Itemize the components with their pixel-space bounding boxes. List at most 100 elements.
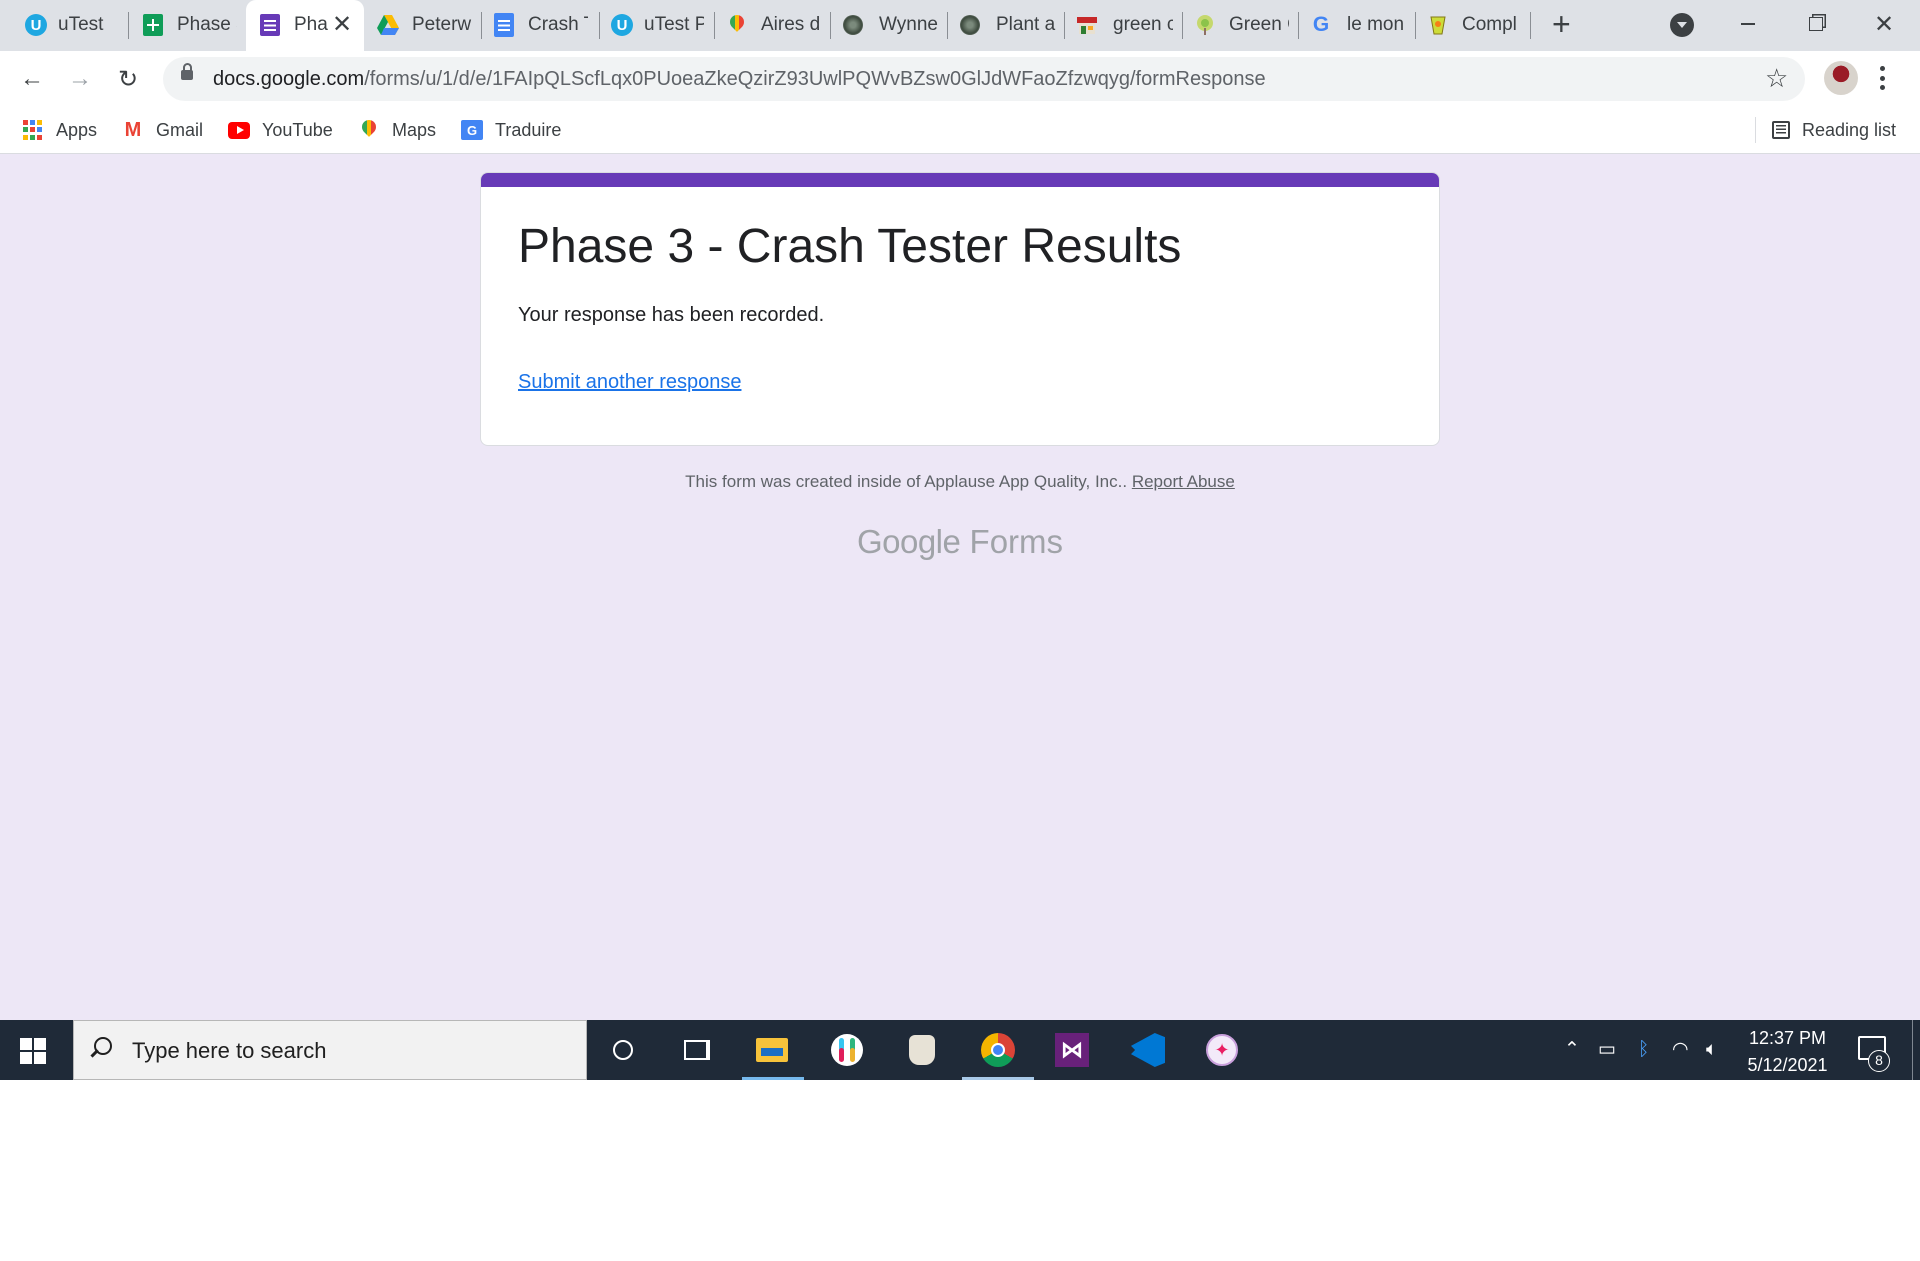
bookmark-label: Maps [392, 119, 437, 140]
utest-icon: U [610, 13, 634, 37]
bookmarks-bar: Apps M Gmail YouTube Maps G Traduire Rea… [0, 107, 1920, 154]
form-title: Phase 3 - Crash Tester Results [518, 220, 1182, 273]
search-icon [94, 1037, 112, 1055]
windows-start-icon[interactable] [20, 1038, 46, 1064]
wifi-icon[interactable]: ◠ [1672, 1038, 1689, 1062]
reading-list-icon [1772, 121, 1790, 139]
address-bar[interactable]: docs.google.com/forms/u/1/d/e/1FAIpQLScf… [163, 57, 1805, 101]
tab-peterw[interactable]: Peterw [364, 0, 481, 51]
logo-forms-text: Forms [969, 523, 1064, 560]
bookmark-youtube[interactable]: YouTube [228, 116, 333, 144]
close-window-button[interactable]: ✕ [1864, 4, 1904, 44]
reading-list-button[interactable]: Reading list [1772, 116, 1896, 144]
forward-arrow-icon: → [68, 65, 92, 92]
translate-icon: G [461, 119, 483, 141]
bookmark-label: Gmail [156, 119, 204, 140]
bookmark-star-icon[interactable]: ☆ [1765, 63, 1788, 93]
feather-app-icon[interactable]: ✦ [1202, 1030, 1242, 1070]
report-abuse-link[interactable]: Report Abuse [1132, 472, 1235, 491]
profile-avatar[interactable] [1824, 61, 1858, 95]
vscode-icon[interactable] [1128, 1030, 1168, 1070]
store-icon [1075, 13, 1099, 37]
chrome-icon[interactable] [978, 1030, 1018, 1070]
tab-label: Aires d [761, 14, 821, 35]
lock-icon[interactable] [181, 63, 193, 80]
tab-compl[interactable]: Compl [1416, 0, 1530, 51]
bookmark-gmail[interactable]: M Gmail [122, 116, 203, 144]
tab-search-button[interactable] [1670, 13, 1694, 37]
tab-label: green c [1113, 14, 1173, 35]
tab-label: Pha [294, 14, 328, 35]
new-tab-button[interactable]: + [1552, 8, 1571, 40]
logo-google-text: Google [856, 523, 961, 560]
show-hidden-icons-chevron-icon[interactable]: ⌃ [1564, 1038, 1580, 1062]
tab-phase3-sheet[interactable]: Phase 3 [129, 0, 245, 51]
cortana-icon[interactable] [603, 1030, 643, 1070]
tab-label: Plant a [996, 14, 1056, 35]
notification-count-badge: 8 [1868, 1050, 1890, 1072]
taskbar-search-box[interactable]: Type here to search [73, 1020, 587, 1080]
task-view-icon[interactable] [676, 1030, 716, 1070]
back-arrow-icon: ← [20, 65, 44, 92]
volume-icon[interactable]: 🔈︎ [1706, 1038, 1717, 1062]
tab-wynne[interactable]: Wynne [831, 0, 947, 51]
tab-le-mon[interactable]: G le mon [1299, 0, 1415, 51]
gmail-icon: M [124, 118, 142, 141]
tab-phase3-form[interactable]: Pha ✕ [246, 0, 364, 51]
tree-icon [1193, 13, 1217, 37]
back-button[interactable]: ← [16, 63, 48, 95]
clock-time[interactable]: 12:37 PM [1730, 1026, 1845, 1050]
tab-green-c[interactable]: green c [1065, 0, 1182, 51]
blank-area [0, 1080, 1920, 1261]
forward-button[interactable]: → [64, 63, 96, 95]
close-tab-icon[interactable]: ✕ [332, 11, 352, 39]
forms-icon [258, 13, 282, 37]
tab-label: Crash T [528, 14, 588, 35]
tab-plant-a[interactable]: Plant a [948, 0, 1064, 51]
clock-date[interactable]: 5/12/2021 [1730, 1053, 1845, 1077]
url-text[interactable]: docs.google.com/forms/u/1/d/e/1FAIpQLScf… [213, 67, 1266, 91]
battery-icon[interactable]: ▭ [1598, 1038, 1616, 1062]
tab-crash-doc[interactable]: Crash T [482, 0, 599, 51]
submit-another-response-link[interactable]: Submit another response [518, 368, 741, 396]
jar-app-icon[interactable] [902, 1030, 942, 1070]
utest-icon: U [24, 13, 48, 37]
bookmark-label: Apps [56, 119, 98, 140]
tab-aires[interactable]: Aires d [715, 0, 830, 51]
confirmation-card: Phase 3 - Crash Tester Results Your resp… [480, 172, 1440, 446]
reload-icon: ↻ [117, 65, 139, 93]
maps-icon [358, 119, 380, 141]
tab-label: Green C [1229, 14, 1289, 35]
bookmark-label: YouTube [262, 119, 333, 140]
tab-label: le mon [1347, 14, 1405, 35]
tab-green-c2[interactable]: Green C [1183, 0, 1298, 51]
slack-icon[interactable] [827, 1030, 867, 1070]
drive-icon [376, 13, 400, 37]
restore-icon [1809, 17, 1823, 31]
reload-button[interactable]: ↻ [112, 63, 144, 95]
card-accent-bar [481, 173, 1439, 187]
apps-grid-icon [22, 119, 44, 141]
tab-utest[interactable]: U uTest [0, 0, 128, 51]
bluetooth-icon[interactable]: ᛒ [1638, 1038, 1649, 1062]
bookmark-traduire[interactable]: G Traduire [461, 116, 561, 144]
restore-button[interactable] [1796, 4, 1836, 44]
file-explorer-icon[interactable] [752, 1030, 792, 1070]
google-icon: G [1312, 13, 1330, 36]
youtube-icon [228, 119, 250, 141]
visual-studio-icon[interactable]: ⋈ [1052, 1030, 1092, 1070]
sheets-icon [141, 13, 165, 37]
tab-label: Peterw [412, 14, 472, 35]
tab-utest-p[interactable]: U uTest P [600, 0, 714, 51]
bookmark-apps[interactable]: Apps [22, 116, 97, 144]
browser-menu-icon[interactable] [1878, 61, 1886, 95]
windows-taskbar: Type here to search ⋈ ✦ ⌃ ▭ ᛒ ◠ 🔈︎ 12:37… [0, 1020, 1920, 1080]
bookmark-maps[interactable]: Maps [358, 116, 436, 144]
show-desktop-button[interactable] [1912, 1020, 1913, 1080]
cup-icon [1426, 13, 1450, 37]
google-forms-logo[interactable]: Google Forms [0, 522, 1920, 562]
form-footer-note: This form was created inside of Applause… [0, 470, 1920, 494]
minimize-button[interactable] [1728, 4, 1768, 44]
docs-icon [492, 13, 516, 37]
tab-label: Phase 3 [177, 14, 237, 35]
